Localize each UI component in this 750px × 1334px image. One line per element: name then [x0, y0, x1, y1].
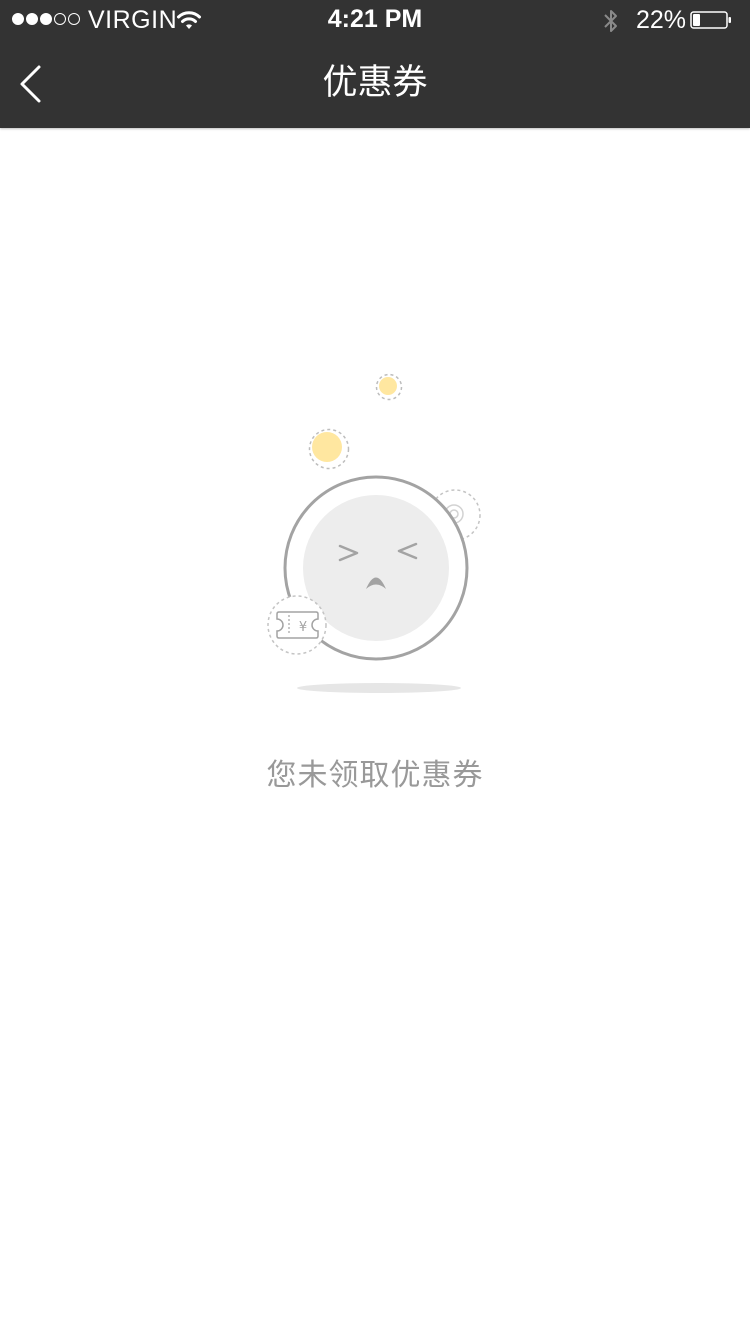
empty-coupon-illustration: ¥	[267, 373, 481, 693]
coupon-symbol: ¥	[299, 620, 307, 635]
battery-icon	[690, 11, 731, 29]
navigation-bar: 优惠券	[0, 40, 750, 128]
coupons-screen: VIRGIN 4:21 PM 22% 优惠券 ¥ 您未领取优惠券	[0, 0, 750, 1334]
large-coin-icon	[308, 428, 350, 470]
battery-percentage: 22%	[636, 6, 687, 34]
empty-state-message: 您未领取优惠券	[266, 759, 484, 792]
status-bar: VIRGIN 4:21 PM 22%	[0, 0, 750, 40]
shadow	[297, 683, 461, 693]
coupon-ticket-icon: ¥	[267, 595, 327, 655]
small-coin-icon	[375, 373, 403, 401]
page-title: 优惠券	[322, 63, 428, 102]
header: VIRGIN 4:21 PM 22% 优惠券	[0, 0, 750, 128]
bluetooth-icon	[604, 10, 617, 32]
